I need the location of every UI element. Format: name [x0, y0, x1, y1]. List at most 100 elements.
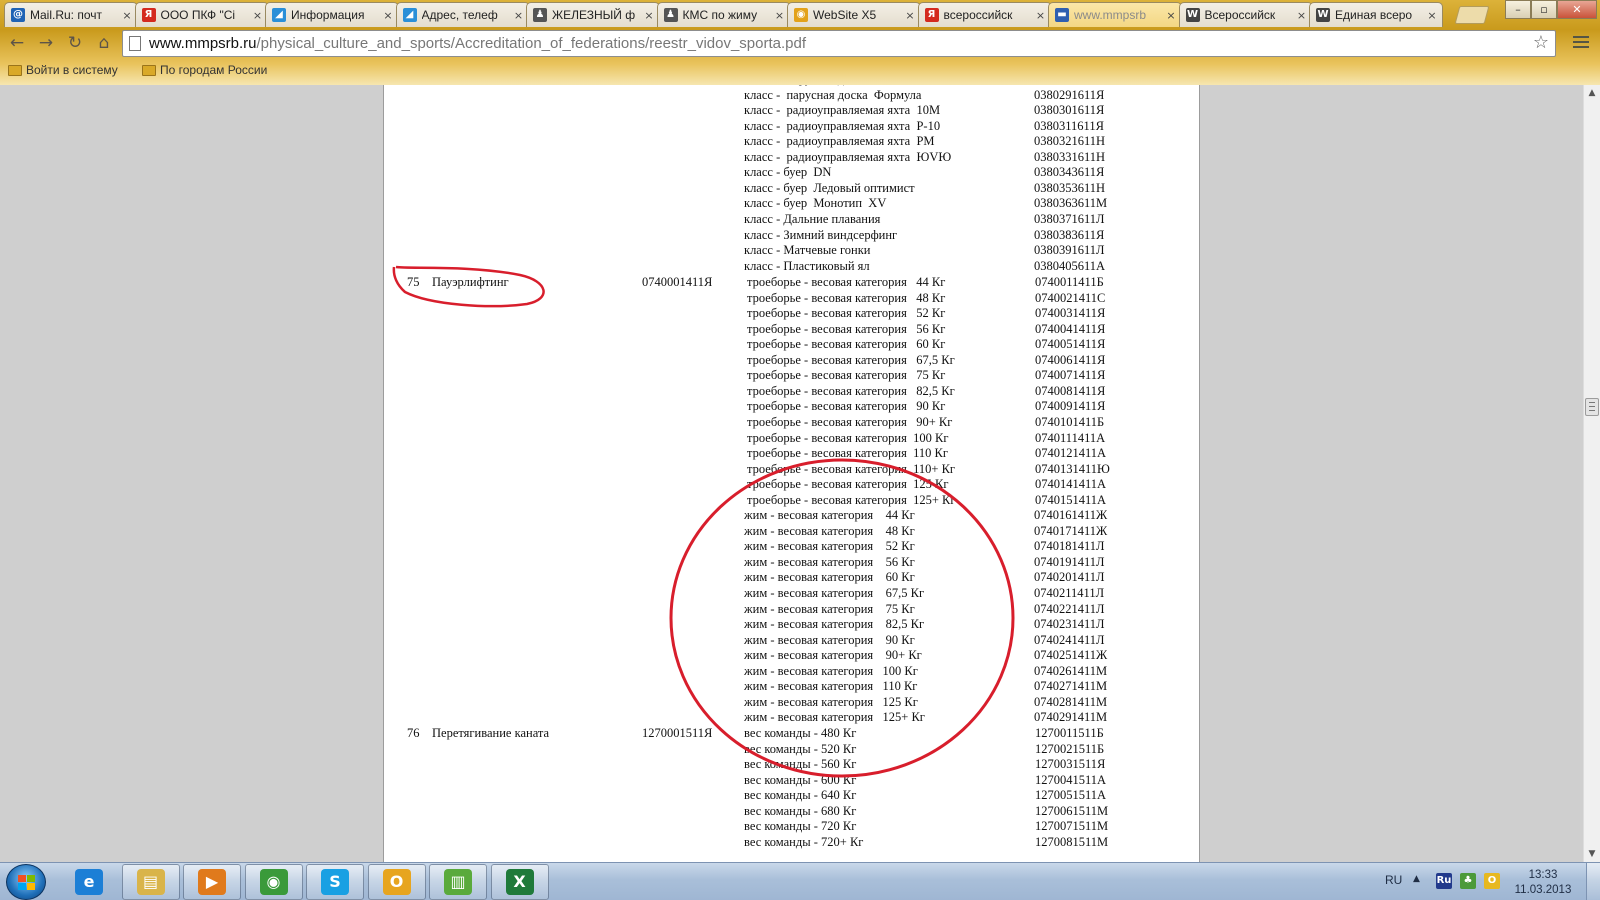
reload-button[interactable]: ↻ [63, 31, 87, 55]
tab-close-icon[interactable]: × [513, 9, 525, 22]
taskbar-app-button[interactable]: X [490, 864, 549, 900]
tab-close-icon[interactable]: × [774, 9, 786, 22]
url-path: /physical_culture_and_sports/Accreditati… [256, 35, 807, 52]
bookmark-label: Войти в систему [26, 63, 118, 77]
menu-icon[interactable] [1573, 33, 1589, 51]
language-indicator[interactable]: RU [1385, 873, 1402, 887]
discipline-code: 1270061511М [1035, 803, 1109, 818]
scroll-down-icon[interactable]: ▼ [1584, 846, 1600, 862]
bookmark-folder[interactable]: По городам России [142, 63, 267, 77]
discipline-name: жим - весовая категория 56 Кг [744, 554, 915, 569]
taskbar-app-button[interactable]: S [306, 864, 364, 900]
tab-close-icon[interactable]: × [382, 9, 394, 22]
tab-title: всероссийск [943, 8, 1013, 22]
discipline-code: 0740221411Л [1034, 601, 1105, 616]
discipline-name: жим - весовая категория 75 Кг [744, 601, 915, 616]
minimize-button[interactable]: – [1505, 0, 1531, 19]
tab-close-icon[interactable]: × [252, 9, 264, 22]
discipline-code: 0380343611Я [1034, 165, 1105, 180]
skype-icon: S [321, 869, 349, 895]
browser-tab[interactable]: ♟ ЖЕЛЕЗНЫЙ ф × [526, 2, 660, 27]
discipline-code: 0740261411М [1034, 663, 1108, 678]
pdf-page: класс - парусная доска Formula 0380281611… [383, 85, 1200, 862]
browser-tab[interactable]: Я ООО ПКФ "Сi × [134, 2, 269, 27]
show-hidden-icons[interactable]: ▲ [1413, 874, 1420, 884]
discipline-code: 0740041411Я [1035, 321, 1106, 336]
discipline-name: троеборье - весовая категория 52 Кг [747, 306, 946, 321]
home-button[interactable]: ⌂ [92, 31, 116, 55]
discipline-code: 0740281411М [1034, 694, 1108, 709]
browser-tab[interactable]: ▬ www.mmpsrb × [1048, 2, 1182, 27]
discipline-name: класс - буер Ледовый оптимист [744, 180, 915, 195]
clock[interactable]: 13:33 11.03.2013 [1503, 868, 1583, 898]
browser-tab[interactable]: ◢ Информация × [265, 2, 399, 27]
discipline-name: жим - весовая категория 67,5 Кг [744, 586, 925, 600]
page-icon [129, 36, 141, 51]
tab-close-icon[interactable]: × [1165, 9, 1177, 22]
discipline-name: класс - радиоуправляемая яхта Р-10 [744, 118, 941, 133]
discipline-name: жим - весовая категория 90 Кг [744, 632, 915, 647]
new-tab-button[interactable] [1454, 6, 1490, 24]
yandex-icon: Я [924, 8, 939, 22]
start-button[interactable] [6, 864, 46, 900]
maximize-button[interactable]: ▫ [1531, 0, 1557, 19]
notify-icon[interactable]: О [1484, 873, 1500, 889]
browser-tab[interactable]: W Всероссийск × [1178, 2, 1313, 27]
tab-close-icon[interactable]: × [643, 9, 655, 22]
scrollbar-thumb[interactable] [1585, 398, 1599, 416]
taskbar-app-button[interactable]: O [367, 864, 426, 900]
address-bar[interactable]: www.mmpsrb.ru/physical_culture_and_sport… [122, 30, 1556, 57]
sport-name: Перетягивание каната [432, 725, 550, 740]
browser-tab[interactable]: ◢ Адрес, телеф × [395, 2, 530, 27]
discipline-code: 0740161411Ж [1034, 508, 1108, 523]
taskbar-app-button[interactable]: e [60, 864, 118, 900]
discipline-name: вес команды - 640 Кг [744, 788, 857, 803]
discipline-code: 0380391611Л [1034, 243, 1105, 258]
discipline-name: троеборье - весовая категория 48 Кг [747, 290, 946, 305]
tab-title: Информация [291, 8, 365, 22]
browser-tab[interactable]: ◉ WebSite X5 × [787, 2, 921, 27]
tab-close-icon[interactable]: × [904, 9, 916, 22]
discipline-name: класс - Дальние плавания [744, 211, 881, 226]
discipline-code: 0740201411Л [1034, 570, 1105, 585]
bookmark-folder[interactable]: Войти в систему [8, 63, 118, 77]
show-desktop-button[interactable] [1586, 863, 1600, 900]
keyboard-ru-icon[interactable]: Ru [1436, 873, 1452, 889]
url-text[interactable]: www.mmpsrb.ru/physical_culture_and_sport… [149, 35, 806, 52]
taskbar-app-button[interactable]: ▤ [121, 864, 180, 900]
browser-tab[interactable]: Явсероссийск × [917, 2, 1052, 27]
tab-close-icon[interactable]: × [1426, 9, 1438, 22]
browser-tab[interactable]: ♟ КМС по жиму × [656, 2, 791, 27]
tab-close-icon[interactable]: × [121, 9, 133, 22]
discipline-name: троеборье - весовая категория 100 Кг [747, 430, 949, 445]
discipline-code: 0740271411М [1034, 679, 1108, 694]
taskbar-app-button[interactable]: ▥ [429, 864, 487, 900]
discipline-code: 0380405611А [1034, 258, 1106, 273]
discipline-code: 1270031511Я [1035, 757, 1106, 772]
tab-close-icon[interactable]: × [1296, 9, 1308, 22]
discipline-code: 0380331611Н [1034, 149, 1106, 164]
vertical-scrollbar[interactable]: ▲ ▼ [1583, 85, 1600, 862]
discipline-code: 0740151411А [1035, 492, 1107, 507]
taskbar-app-button[interactable]: ◉ [244, 864, 303, 900]
close-window-button[interactable]: ✕ [1557, 0, 1597, 19]
pdf-viewer[interactable]: класс - парусная доска Formula 0380281611… [0, 85, 1600, 862]
taskbar-app-button[interactable]: ▶ [183, 864, 241, 900]
scroll-up-icon[interactable]: ▲ [1584, 85, 1600, 101]
sport-number: 75 [407, 275, 420, 289]
discipline-code: 0380291611Я [1034, 87, 1105, 102]
tab-close-icon[interactable]: × [1035, 9, 1047, 22]
browser-tab[interactable]: @ Mail.Ru: почт × [4, 2, 138, 27]
forward-button[interactable]: → [34, 31, 58, 55]
browser-tab[interactable]: W Единая всеро × [1309, 2, 1443, 27]
browser-chrome: @ Mail.Ru: почт × Я ООО ПКФ "Сi × ◢ Информация ×… [0, 0, 1600, 85]
tab-title: Единая всеро [1335, 8, 1413, 22]
back-button[interactable]: ← [5, 31, 29, 55]
discipline-name: жим - весовая категория 90+ Кг [744, 648, 922, 663]
network-icon[interactable]: ♣ [1460, 873, 1476, 889]
sport-code: 0740001411Я [642, 275, 713, 289]
discipline-code: 1270081511М [1035, 834, 1109, 849]
bookmark-star-icon[interactable]: ☆ [1533, 32, 1549, 53]
discipline-code: 0740081411Я [1035, 383, 1106, 398]
discipline-code: 0740011411Б [1035, 275, 1104, 289]
